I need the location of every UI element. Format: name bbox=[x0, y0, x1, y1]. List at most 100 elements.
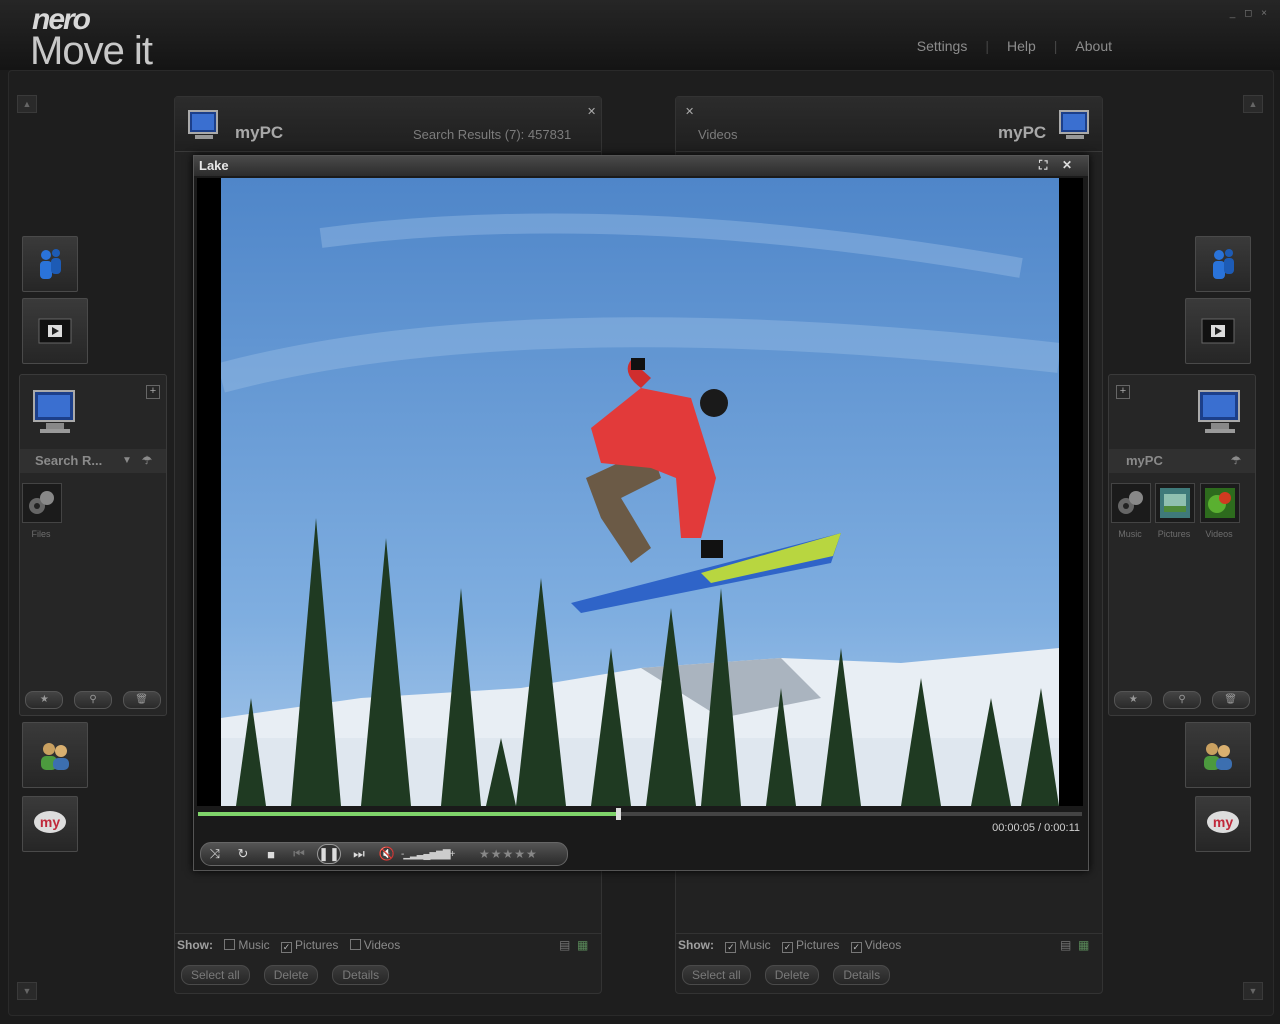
videos-label: Videos bbox=[1205, 529, 1233, 539]
add-button[interactable]: + bbox=[1116, 385, 1130, 399]
contacts-icon bbox=[1204, 743, 1232, 770]
video-screen-icon bbox=[1201, 318, 1235, 344]
details-button[interactable]: Details bbox=[833, 965, 891, 985]
right-panel-title[interactable]: myPC ☂ bbox=[1109, 449, 1255, 473]
video-area[interactable] bbox=[197, 178, 1083, 806]
seek-bar[interactable] bbox=[198, 808, 1082, 820]
pictures-filter-label: Pictures bbox=[796, 938, 840, 952]
trash-icon[interactable]: 🗑 bbox=[122, 691, 161, 709]
favorite-icon[interactable]: ★ bbox=[25, 691, 64, 709]
video-player-window: Lake ⛶ ✕ 00:00:05 / 0:00:11 ⤨ ↻ ■ ⏮ ❚❚ ⏭… bbox=[193, 155, 1089, 871]
right-panel-title-text: myPC bbox=[1126, 453, 1163, 468]
search-icon[interactable]: ⚲ bbox=[73, 691, 112, 709]
search-icon[interactable]: ⚲ bbox=[1162, 691, 1201, 709]
scroll-up-left[interactable]: ▲ bbox=[17, 95, 37, 113]
fullscreen-icon[interactable]: ⛶ bbox=[1039, 158, 1047, 173]
music-filter-label: Music bbox=[739, 938, 771, 952]
repeat-icon[interactable]: ↻ bbox=[229, 846, 257, 862]
right-panel-tools: ★ ⚲ 🗑 bbox=[1109, 691, 1255, 709]
music-checkbox[interactable] bbox=[224, 939, 236, 950]
music-label: Music bbox=[1118, 529, 1142, 539]
video-screen-icon bbox=[38, 318, 72, 344]
videos-checkbox[interactable]: ✓ bbox=[850, 942, 862, 953]
pictures-filter-label: Pictures bbox=[295, 938, 339, 952]
shuffle-icon[interactable]: ⤨ bbox=[201, 846, 229, 862]
left-browser-name: myPC bbox=[235, 123, 284, 142]
show-label: Show: bbox=[177, 938, 213, 952]
eject-icon[interactable]: ☂ bbox=[142, 449, 152, 473]
left-action-bar: Select all Delete Details bbox=[175, 959, 607, 989]
title-bar: nero Move it Settings | Help | About _ ◻… bbox=[0, 0, 1280, 72]
list-view-icon[interactable]: ▤ bbox=[1060, 934, 1071, 956]
right-show-filter: Show: ✓ Music ✓ Pictures ✓ Videos ▤ ▦ bbox=[676, 933, 1102, 956]
previous-icon[interactable]: ⏮ bbox=[285, 846, 313, 862]
rating-stars[interactable]: ★★★★★ bbox=[479, 847, 538, 861]
close-icon[interactable]: ✕ bbox=[685, 105, 694, 118]
left-panel-title-text: Search R... bbox=[35, 453, 103, 468]
select-all-button[interactable]: Select all bbox=[181, 965, 250, 985]
window-controls[interactable]: _ ◻ × bbox=[1230, 8, 1270, 19]
people-icon bbox=[40, 249, 61, 279]
list-view-icon[interactable]: ▤ bbox=[559, 934, 570, 956]
select-all-button[interactable]: Select all bbox=[682, 965, 751, 985]
my-tile-right[interactable]: my bbox=[1195, 796, 1251, 852]
stop-icon[interactable]: ■ bbox=[257, 847, 285, 862]
people-tile-left[interactable] bbox=[22, 236, 78, 292]
right-device-panel: + myPC ☂ Music Pictures Videos ★ ⚲ 🗑 bbox=[1108, 374, 1256, 716]
delete-button[interactable]: Delete bbox=[764, 965, 820, 985]
contacts-tile-right[interactable] bbox=[1185, 722, 1251, 788]
add-button[interactable]: + bbox=[146, 385, 160, 399]
left-panel-tools: ★ ⚲ 🗑 bbox=[20, 691, 166, 709]
videos-item[interactable] bbox=[1200, 483, 1240, 523]
volume-slider[interactable]: -▁▂▃▄▅▆▇+ bbox=[401, 849, 471, 860]
computer-icon bbox=[1198, 390, 1240, 433]
grid-view-icon[interactable]: ▦ bbox=[577, 934, 588, 956]
next-icon[interactable]: ⏭ bbox=[345, 846, 373, 862]
music-checkbox[interactable]: ✓ bbox=[725, 942, 737, 953]
music-filter-label: Music bbox=[238, 938, 270, 952]
video-tile-right[interactable] bbox=[1185, 298, 1251, 364]
trash-icon[interactable]: 🗑 bbox=[1211, 691, 1250, 709]
computer-icon bbox=[1059, 110, 1089, 139]
close-icon[interactable]: ✕ bbox=[587, 105, 596, 118]
music-item[interactable] bbox=[1111, 483, 1151, 523]
close-icon[interactable]: ✕ bbox=[1062, 158, 1072, 172]
people-icon bbox=[1213, 249, 1234, 279]
about-link[interactable]: About bbox=[1057, 38, 1130, 54]
people-tile-right[interactable] bbox=[1195, 236, 1251, 292]
right-browser-name: myPC bbox=[998, 123, 1047, 142]
player-title-bar: Lake ⛶ ✕ bbox=[194, 156, 1088, 176]
files-item[interactable] bbox=[22, 483, 62, 523]
contacts-tile-left[interactable] bbox=[22, 722, 88, 788]
svg-text:my: my bbox=[1213, 814, 1233, 830]
videos-checkbox[interactable] bbox=[349, 939, 361, 950]
settings-link[interactable]: Settings bbox=[899, 38, 986, 54]
pause-button[interactable]: ❚❚ bbox=[317, 844, 341, 864]
delete-button[interactable]: Delete bbox=[263, 965, 319, 985]
seek-handle[interactable] bbox=[615, 808, 621, 820]
mute-icon[interactable]: 🔇 bbox=[373, 846, 401, 862]
files-label: Files bbox=[31, 529, 51, 539]
scroll-down-left[interactable]: ▼ bbox=[17, 982, 37, 1000]
music-icon bbox=[1118, 491, 1143, 514]
scroll-up-right[interactable]: ▲ bbox=[1243, 95, 1263, 113]
my-tile-left[interactable]: my bbox=[22, 796, 78, 852]
favorite-icon[interactable]: ★ bbox=[1114, 691, 1153, 709]
eject-icon[interactable]: ☂ bbox=[1231, 449, 1241, 473]
grid-view-icon[interactable]: ▦ bbox=[1078, 934, 1089, 956]
pictures-item[interactable] bbox=[1155, 483, 1195, 523]
details-button[interactable]: Details bbox=[332, 965, 390, 985]
pictures-checkbox[interactable]: ✓ bbox=[782, 942, 794, 953]
dropdown-arrow-icon[interactable]: ▼ bbox=[122, 449, 132, 473]
scroll-down-right[interactable]: ▼ bbox=[1243, 982, 1263, 1000]
videos-icon bbox=[1205, 488, 1235, 518]
contacts-icon bbox=[41, 743, 69, 770]
my-nero-icon: my bbox=[34, 811, 66, 833]
help-link[interactable]: Help bbox=[989, 38, 1054, 54]
video-frame bbox=[221, 178, 1059, 806]
pictures-checkbox[interactable]: ✓ bbox=[281, 942, 293, 953]
computer-icon bbox=[188, 110, 218, 139]
video-tile-left[interactable] bbox=[22, 298, 88, 364]
videos-filter-label: Videos bbox=[864, 938, 902, 952]
left-panel-title[interactable]: Search R... ▼ ☂ bbox=[20, 449, 166, 473]
